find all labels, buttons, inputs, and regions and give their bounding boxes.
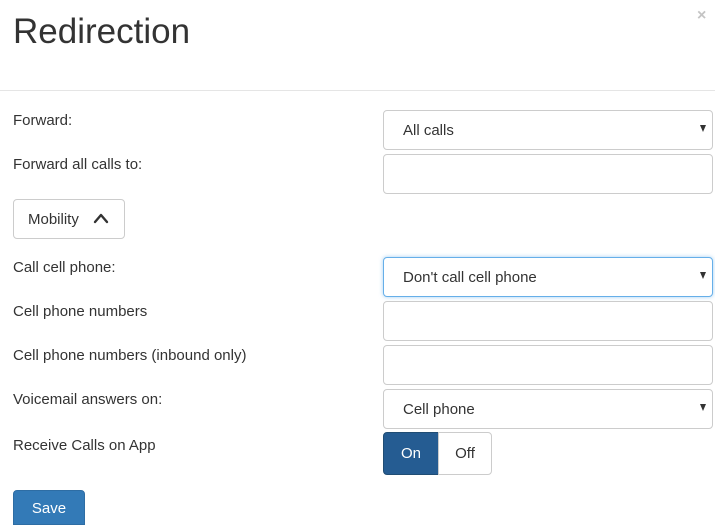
caret-down-icon bbox=[700, 125, 706, 132]
save-button[interactable]: Save bbox=[13, 490, 85, 525]
cell-phone-numbers-label: Cell phone numbers bbox=[13, 303, 148, 320]
mobility-button-label: Mobility bbox=[28, 211, 79, 228]
call-cell-phone-select[interactable]: Don't call cell phone bbox=[383, 257, 713, 297]
redirection-dialog: Redirection × Forward: All calls Forward… bbox=[0, 0, 715, 525]
voicemail-answers-on-value: Cell phone bbox=[403, 401, 475, 418]
cell-phone-numbers-inbound-input[interactable] bbox=[383, 345, 713, 385]
caret-down-icon bbox=[700, 404, 706, 411]
receive-calls-toggle: On Off bbox=[383, 432, 492, 475]
forward-select-value: All calls bbox=[403, 122, 454, 139]
call-cell-phone-label: Call cell phone: bbox=[13, 259, 116, 276]
chevron-up-icon bbox=[93, 213, 109, 224]
mobility-button[interactable]: Mobility bbox=[13, 199, 125, 239]
forward-select[interactable]: All calls bbox=[383, 110, 713, 150]
dialog-title: Redirection bbox=[13, 12, 191, 51]
receive-calls-on-app-label: Receive Calls on App bbox=[13, 437, 156, 454]
voicemail-answers-on-label: Voicemail answers on: bbox=[13, 391, 163, 408]
toggle-off-button[interactable]: Off bbox=[438, 432, 492, 475]
caret-down-icon bbox=[700, 272, 706, 279]
cell-phone-numbers-inbound-label: Cell phone numbers (inbound only) bbox=[13, 347, 247, 364]
cell-phone-numbers-input[interactable] bbox=[383, 301, 713, 341]
voicemail-answers-on-select[interactable]: Cell phone bbox=[383, 389, 713, 429]
toggle-on-button[interactable]: On bbox=[383, 432, 439, 475]
forward-label: Forward: bbox=[13, 112, 73, 129]
close-icon[interactable]: × bbox=[697, 8, 706, 24]
call-cell-phone-value: Don't call cell phone bbox=[403, 269, 537, 286]
forward-all-calls-to-input[interactable] bbox=[383, 154, 713, 194]
forward-all-calls-to-label: Forward all calls to: bbox=[13, 156, 143, 173]
header-divider bbox=[0, 90, 715, 91]
